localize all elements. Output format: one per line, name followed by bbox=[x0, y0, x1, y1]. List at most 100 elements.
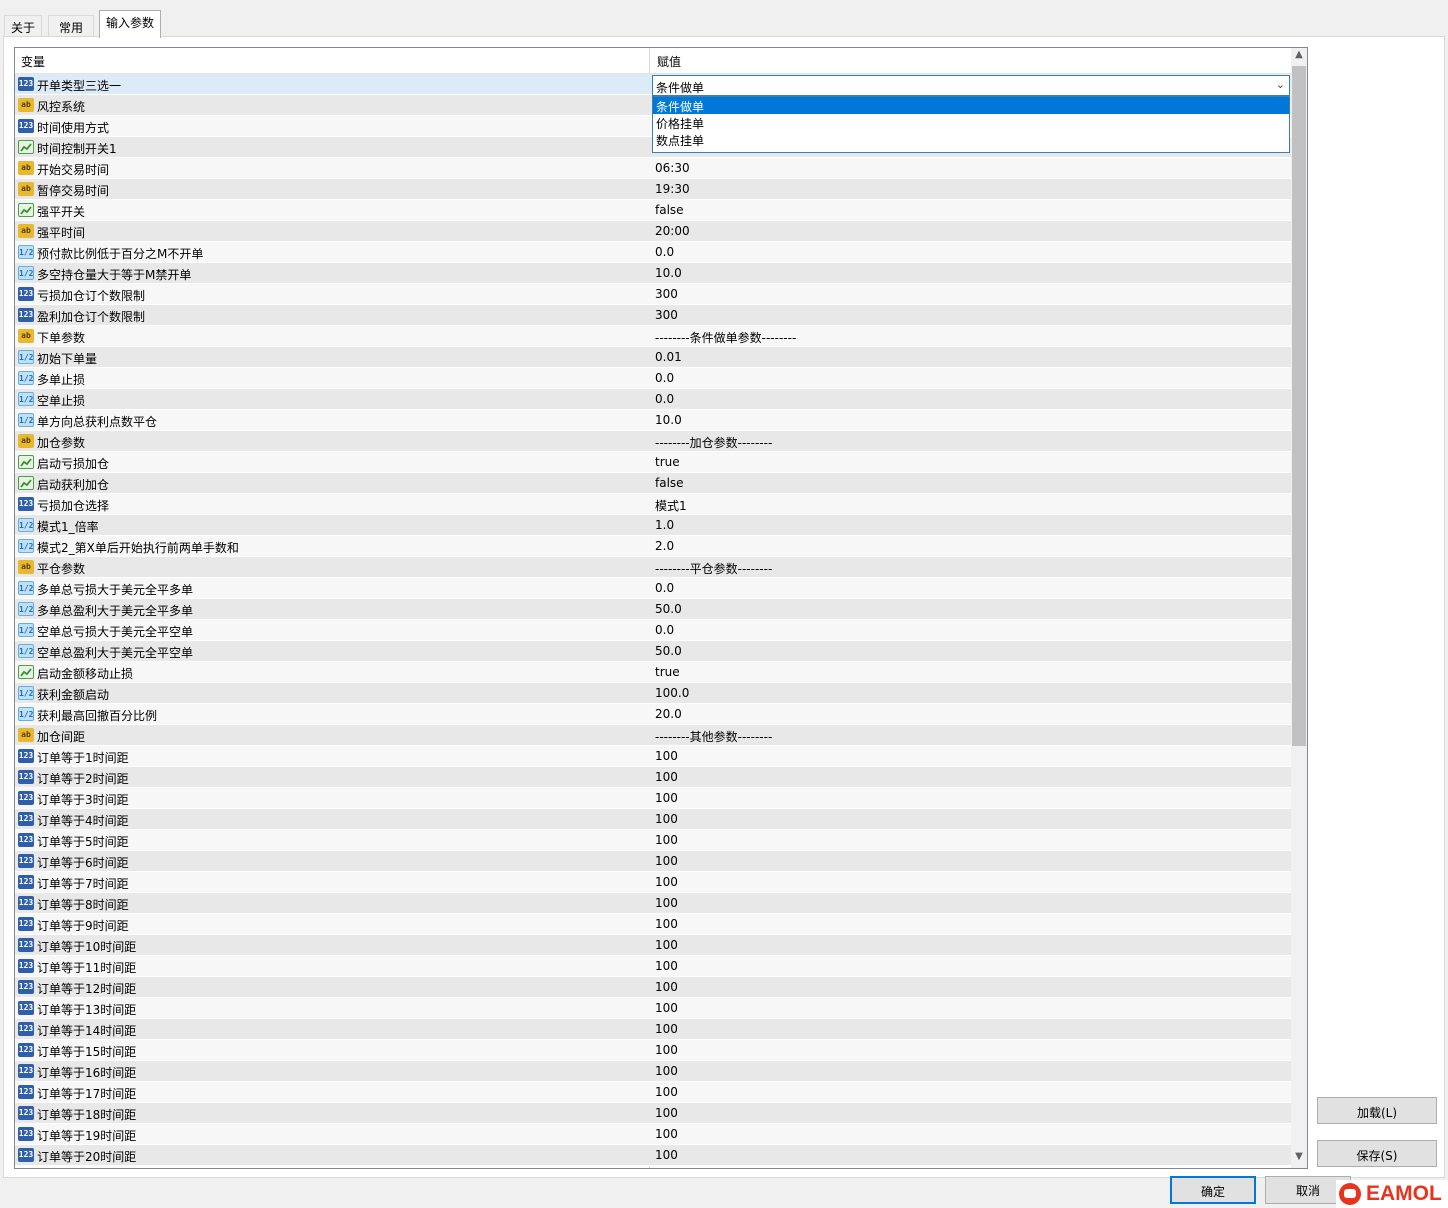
param-row[interactable]: 123 亏损加仓订个数限制 300 bbox=[15, 284, 1291, 305]
param-value[interactable]: 100 bbox=[655, 1127, 678, 1141]
param-row[interactable]: ab 开始交易时间 06:30 bbox=[15, 158, 1291, 179]
param-value[interactable]: 100 bbox=[655, 1022, 678, 1036]
param-row[interactable]: ab 平仓参数 --------平仓参数-------- bbox=[15, 557, 1291, 578]
param-value[interactable]: 10.0 bbox=[655, 413, 682, 427]
param-value[interactable]: 100 bbox=[655, 896, 678, 910]
param-value[interactable]: 19:30 bbox=[655, 182, 690, 196]
param-value[interactable]: true bbox=[655, 665, 680, 679]
param-row[interactable]: 123 订单等于12时间距 100 bbox=[15, 977, 1291, 998]
param-row[interactable]: 1/2 获利最高回撤百分比例 20.0 bbox=[15, 704, 1291, 725]
ok-button[interactable]: 确定 bbox=[1170, 1176, 1256, 1204]
param-row[interactable]: 1/2 空单总盈利大于美元全平空单 50.0 bbox=[15, 641, 1291, 662]
scroll-up-icon[interactable]: ▲ bbox=[1291, 49, 1307, 65]
param-row[interactable]: 1/2 获利金额启动 100.0 bbox=[15, 683, 1291, 704]
param-row[interactable]: ab 加仓参数 --------加仓参数-------- bbox=[15, 431, 1291, 452]
param-row[interactable]: 1/2 多单止损 0.0 bbox=[15, 368, 1291, 389]
param-value[interactable]: 100 bbox=[655, 1106, 678, 1120]
type-select[interactable]: 条件做单 ⌄ bbox=[652, 75, 1290, 96]
param-value[interactable]: false bbox=[655, 203, 684, 217]
param-row[interactable]: 1/2 多单总亏损大于美元全平多单 0.0 bbox=[15, 578, 1291, 599]
param-value[interactable]: 0.0 bbox=[655, 371, 674, 385]
param-row[interactable]: 123 订单等于7时间距 100 bbox=[15, 872, 1291, 893]
tab-common[interactable]: 常用 bbox=[48, 15, 94, 37]
param-value[interactable]: --------平仓参数-------- bbox=[655, 560, 772, 577]
column-header-value[interactable]: 赋值 bbox=[657, 53, 681, 70]
param-value[interactable]: 300 bbox=[655, 287, 678, 301]
save-button[interactable]: 保存(S) bbox=[1317, 1140, 1437, 1167]
param-value[interactable]: 100 bbox=[655, 917, 678, 931]
param-row[interactable]: 1/2 模式1_倍率 1.0 bbox=[15, 515, 1291, 536]
param-value[interactable]: 100 bbox=[655, 749, 678, 763]
param-value[interactable]: 100 bbox=[655, 1085, 678, 1099]
param-value[interactable]: --------条件做单参数-------- bbox=[655, 329, 796, 346]
param-value[interactable]: 0.0 bbox=[655, 581, 674, 595]
scroll-thumb[interactable] bbox=[1292, 66, 1306, 746]
param-value[interactable]: 100 bbox=[655, 1043, 678, 1057]
param-value[interactable]: 100 bbox=[655, 1001, 678, 1015]
scroll-down-icon[interactable]: ▼ bbox=[1291, 1151, 1307, 1167]
param-value[interactable]: 50.0 bbox=[655, 602, 682, 616]
param-row[interactable]: 1/2 初始下单量 0.01 bbox=[15, 347, 1291, 368]
param-value[interactable]: 100 bbox=[655, 1064, 678, 1078]
param-row[interactable]: 123 订单等于20时间距 100 bbox=[15, 1145, 1291, 1166]
param-row[interactable]: 123 订单等于4时间距 100 bbox=[15, 809, 1291, 830]
param-value[interactable]: 100 bbox=[655, 812, 678, 826]
param-value[interactable]: 06:30 bbox=[655, 161, 690, 175]
param-value[interactable]: --------其他参数-------- bbox=[655, 728, 772, 745]
param-row[interactable]: 123 订单等于15时间距 100 bbox=[15, 1040, 1291, 1061]
param-row[interactable]: 123 订单等于19时间距 100 bbox=[15, 1124, 1291, 1145]
param-row[interactable]: 123 订单等于2时间距 100 bbox=[15, 767, 1291, 788]
param-row[interactable]: 123 订单等于6时间距 100 bbox=[15, 851, 1291, 872]
param-row[interactable]: 1/2 多空持仓量大于等于M禁开单 10.0 bbox=[15, 263, 1291, 284]
param-row[interactable]: 123 订单等于10时间距 100 bbox=[15, 935, 1291, 956]
param-value[interactable]: 模式1 bbox=[655, 497, 687, 514]
param-value[interactable]: true bbox=[655, 455, 680, 469]
param-row[interactable]: 1/2 单方向总获利点数平仓 10.0 bbox=[15, 410, 1291, 431]
param-row[interactable]: 123 订单等于1时间距 100 bbox=[15, 746, 1291, 767]
param-row[interactable]: 启动金额移动止损 true bbox=[15, 662, 1291, 683]
param-row[interactable]: 123 订单等于14时间距 100 bbox=[15, 1019, 1291, 1040]
param-row[interactable]: 123 订单等于3时间距 100 bbox=[15, 788, 1291, 809]
param-row[interactable]: 强平开关 false bbox=[15, 200, 1291, 221]
param-value[interactable]: 10.0 bbox=[655, 266, 682, 280]
param-value[interactable]: 0.0 bbox=[655, 623, 674, 637]
param-value[interactable]: 100 bbox=[655, 1148, 678, 1162]
param-row[interactable]: 启动亏损加仓 true bbox=[15, 452, 1291, 473]
param-row[interactable]: ab 加仓间距 --------其他参数-------- bbox=[15, 725, 1291, 746]
param-value[interactable]: 100 bbox=[655, 980, 678, 994]
param-value[interactable]: 100 bbox=[655, 854, 678, 868]
tab-about[interactable]: 关于 bbox=[4, 15, 42, 37]
param-value[interactable]: 100 bbox=[655, 833, 678, 847]
tab-inputs[interactable]: 输入参数 bbox=[99, 10, 161, 38]
param-value[interactable]: 100 bbox=[655, 938, 678, 952]
column-header-variable[interactable]: 变量 bbox=[21, 53, 45, 70]
param-value[interactable]: 0.01 bbox=[655, 350, 682, 364]
param-row[interactable]: 1/2 模式2_第X单后开始执行前两单手数和 2.0 bbox=[15, 536, 1291, 557]
param-value[interactable]: --------加仓参数-------- bbox=[655, 434, 772, 451]
param-value[interactable]: 2.0 bbox=[655, 539, 674, 553]
vertical-scrollbar[interactable]: ▲ ▼ bbox=[1291, 48, 1307, 1168]
param-row[interactable]: 123 订单等于16时间距 100 bbox=[15, 1061, 1291, 1082]
param-value[interactable]: 100.0 bbox=[655, 686, 689, 700]
param-row[interactable]: 1/2 多单总盈利大于美元全平多单 50.0 bbox=[15, 599, 1291, 620]
dropdown-option[interactable]: 条件做单 bbox=[653, 97, 1289, 114]
param-row[interactable]: ab 暂停交易时间 19:30 bbox=[15, 179, 1291, 200]
param-value[interactable]: 20:00 bbox=[655, 224, 690, 238]
param-row[interactable]: 123 订单等于8时间距 100 bbox=[15, 893, 1291, 914]
param-row[interactable]: 123 亏损加仓选择 模式1 bbox=[15, 494, 1291, 515]
load-button[interactable]: 加载(L) bbox=[1317, 1097, 1437, 1124]
param-value[interactable]: false bbox=[655, 476, 684, 490]
param-value[interactable]: 20.0 bbox=[655, 707, 682, 721]
param-value[interactable]: 0.0 bbox=[655, 245, 674, 259]
param-row[interactable]: 1/2 空单止损 0.0 bbox=[15, 389, 1291, 410]
param-value[interactable]: 100 bbox=[655, 875, 678, 889]
param-row[interactable]: 启动获利加仓 false bbox=[15, 473, 1291, 494]
param-row[interactable]: 123 盈利加仓订个数限制 300 bbox=[15, 305, 1291, 326]
param-value[interactable]: 100 bbox=[655, 770, 678, 784]
param-value[interactable]: 100 bbox=[655, 791, 678, 805]
param-value[interactable]: 0.0 bbox=[655, 392, 674, 406]
param-value[interactable]: 1.0 bbox=[655, 518, 674, 532]
dropdown-option[interactable]: 数点挂单 bbox=[653, 131, 1289, 148]
param-row[interactable]: 123 订单等于5时间距 100 bbox=[15, 830, 1291, 851]
chevron-down-icon[interactable]: ⌄ bbox=[1276, 78, 1285, 91]
